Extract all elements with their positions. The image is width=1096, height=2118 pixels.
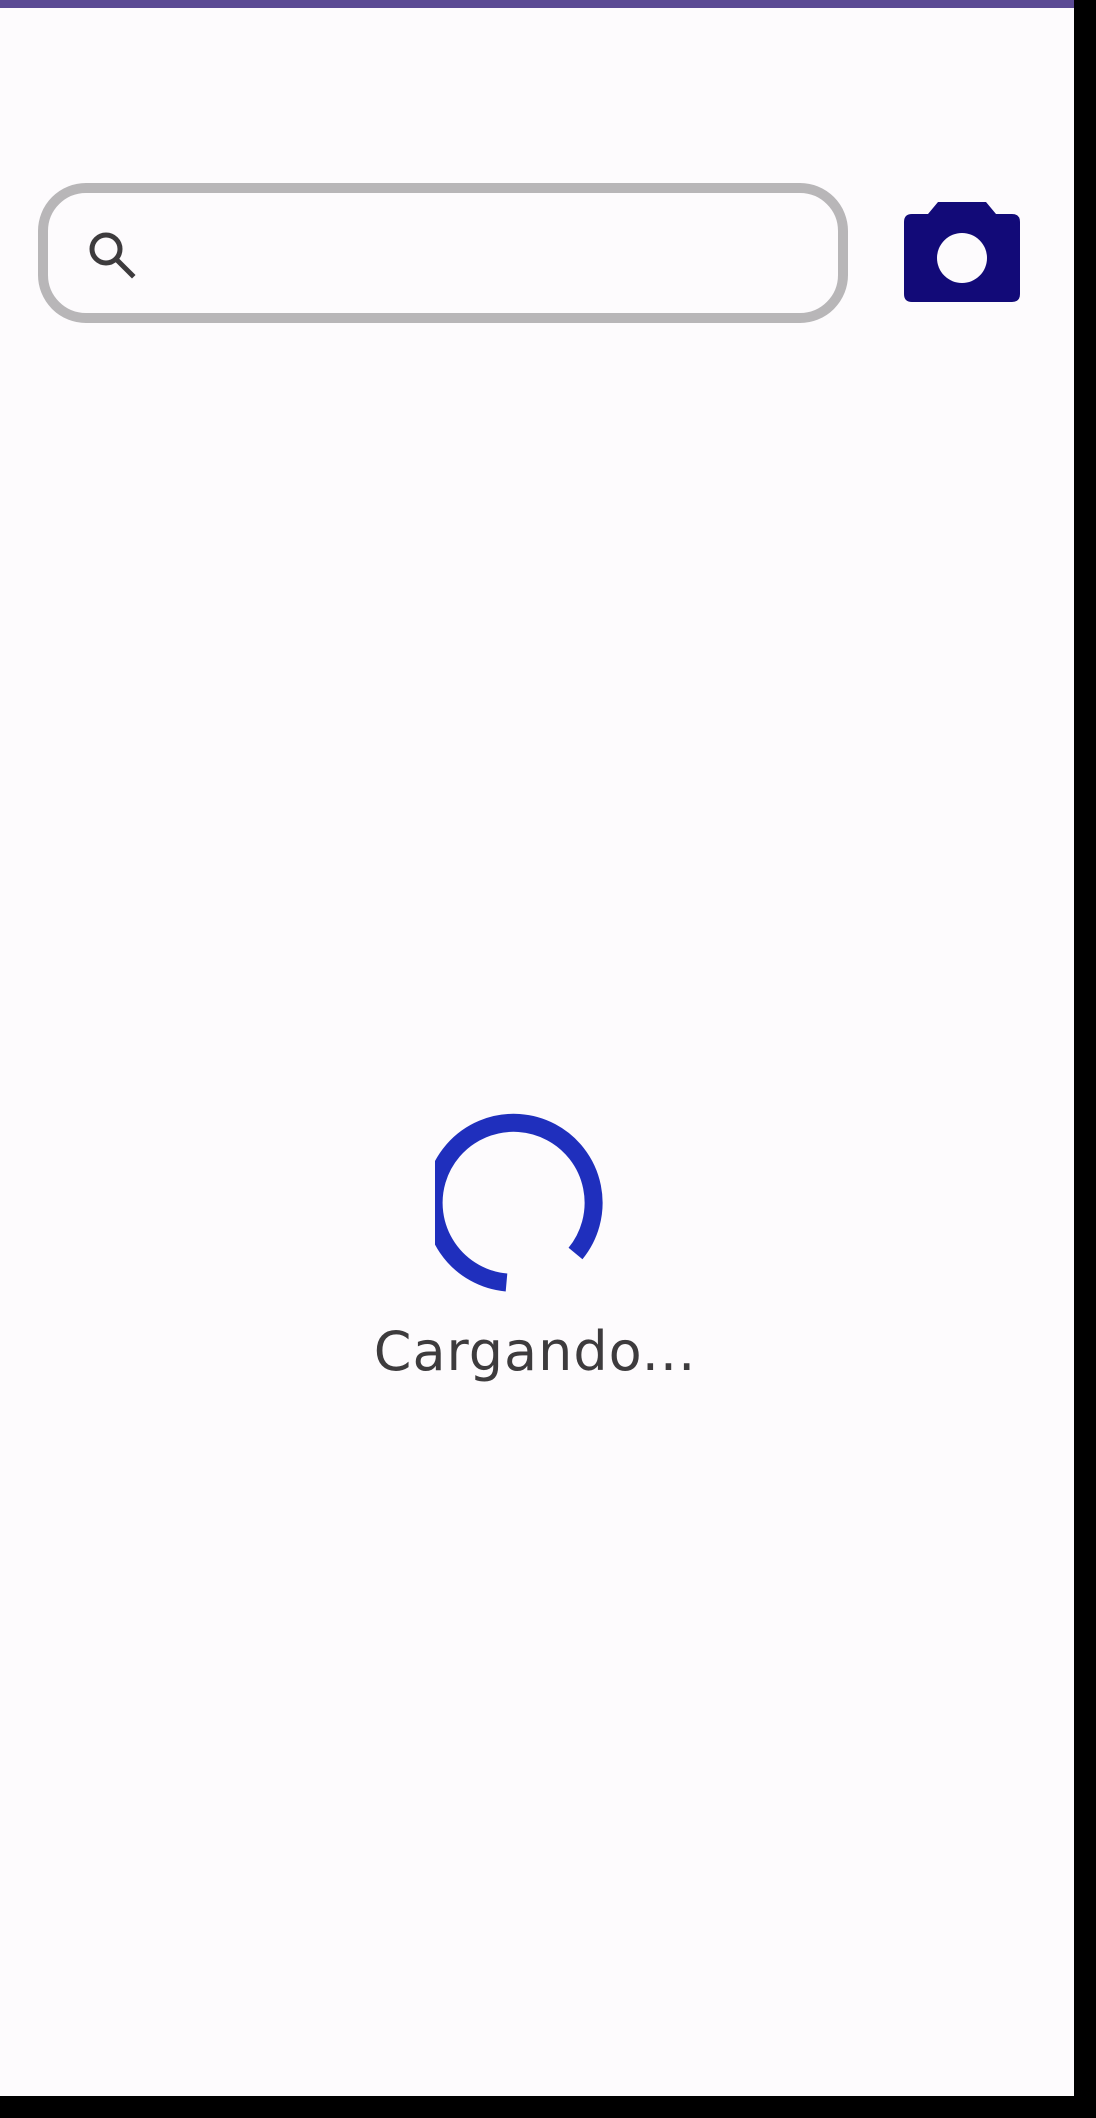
search-icon <box>86 229 140 283</box>
search-input[interactable] <box>158 213 818 293</box>
camera-button[interactable] <box>898 190 1026 318</box>
loading-spinner <box>435 1113 603 1292</box>
status-strip <box>0 0 1074 8</box>
search-bar[interactable] <box>38 183 848 323</box>
camera-icon <box>904 202 1020 302</box>
loading-text: Cargando... <box>373 1320 697 1383</box>
app-screen: Cargando... <box>0 0 1074 2096</box>
